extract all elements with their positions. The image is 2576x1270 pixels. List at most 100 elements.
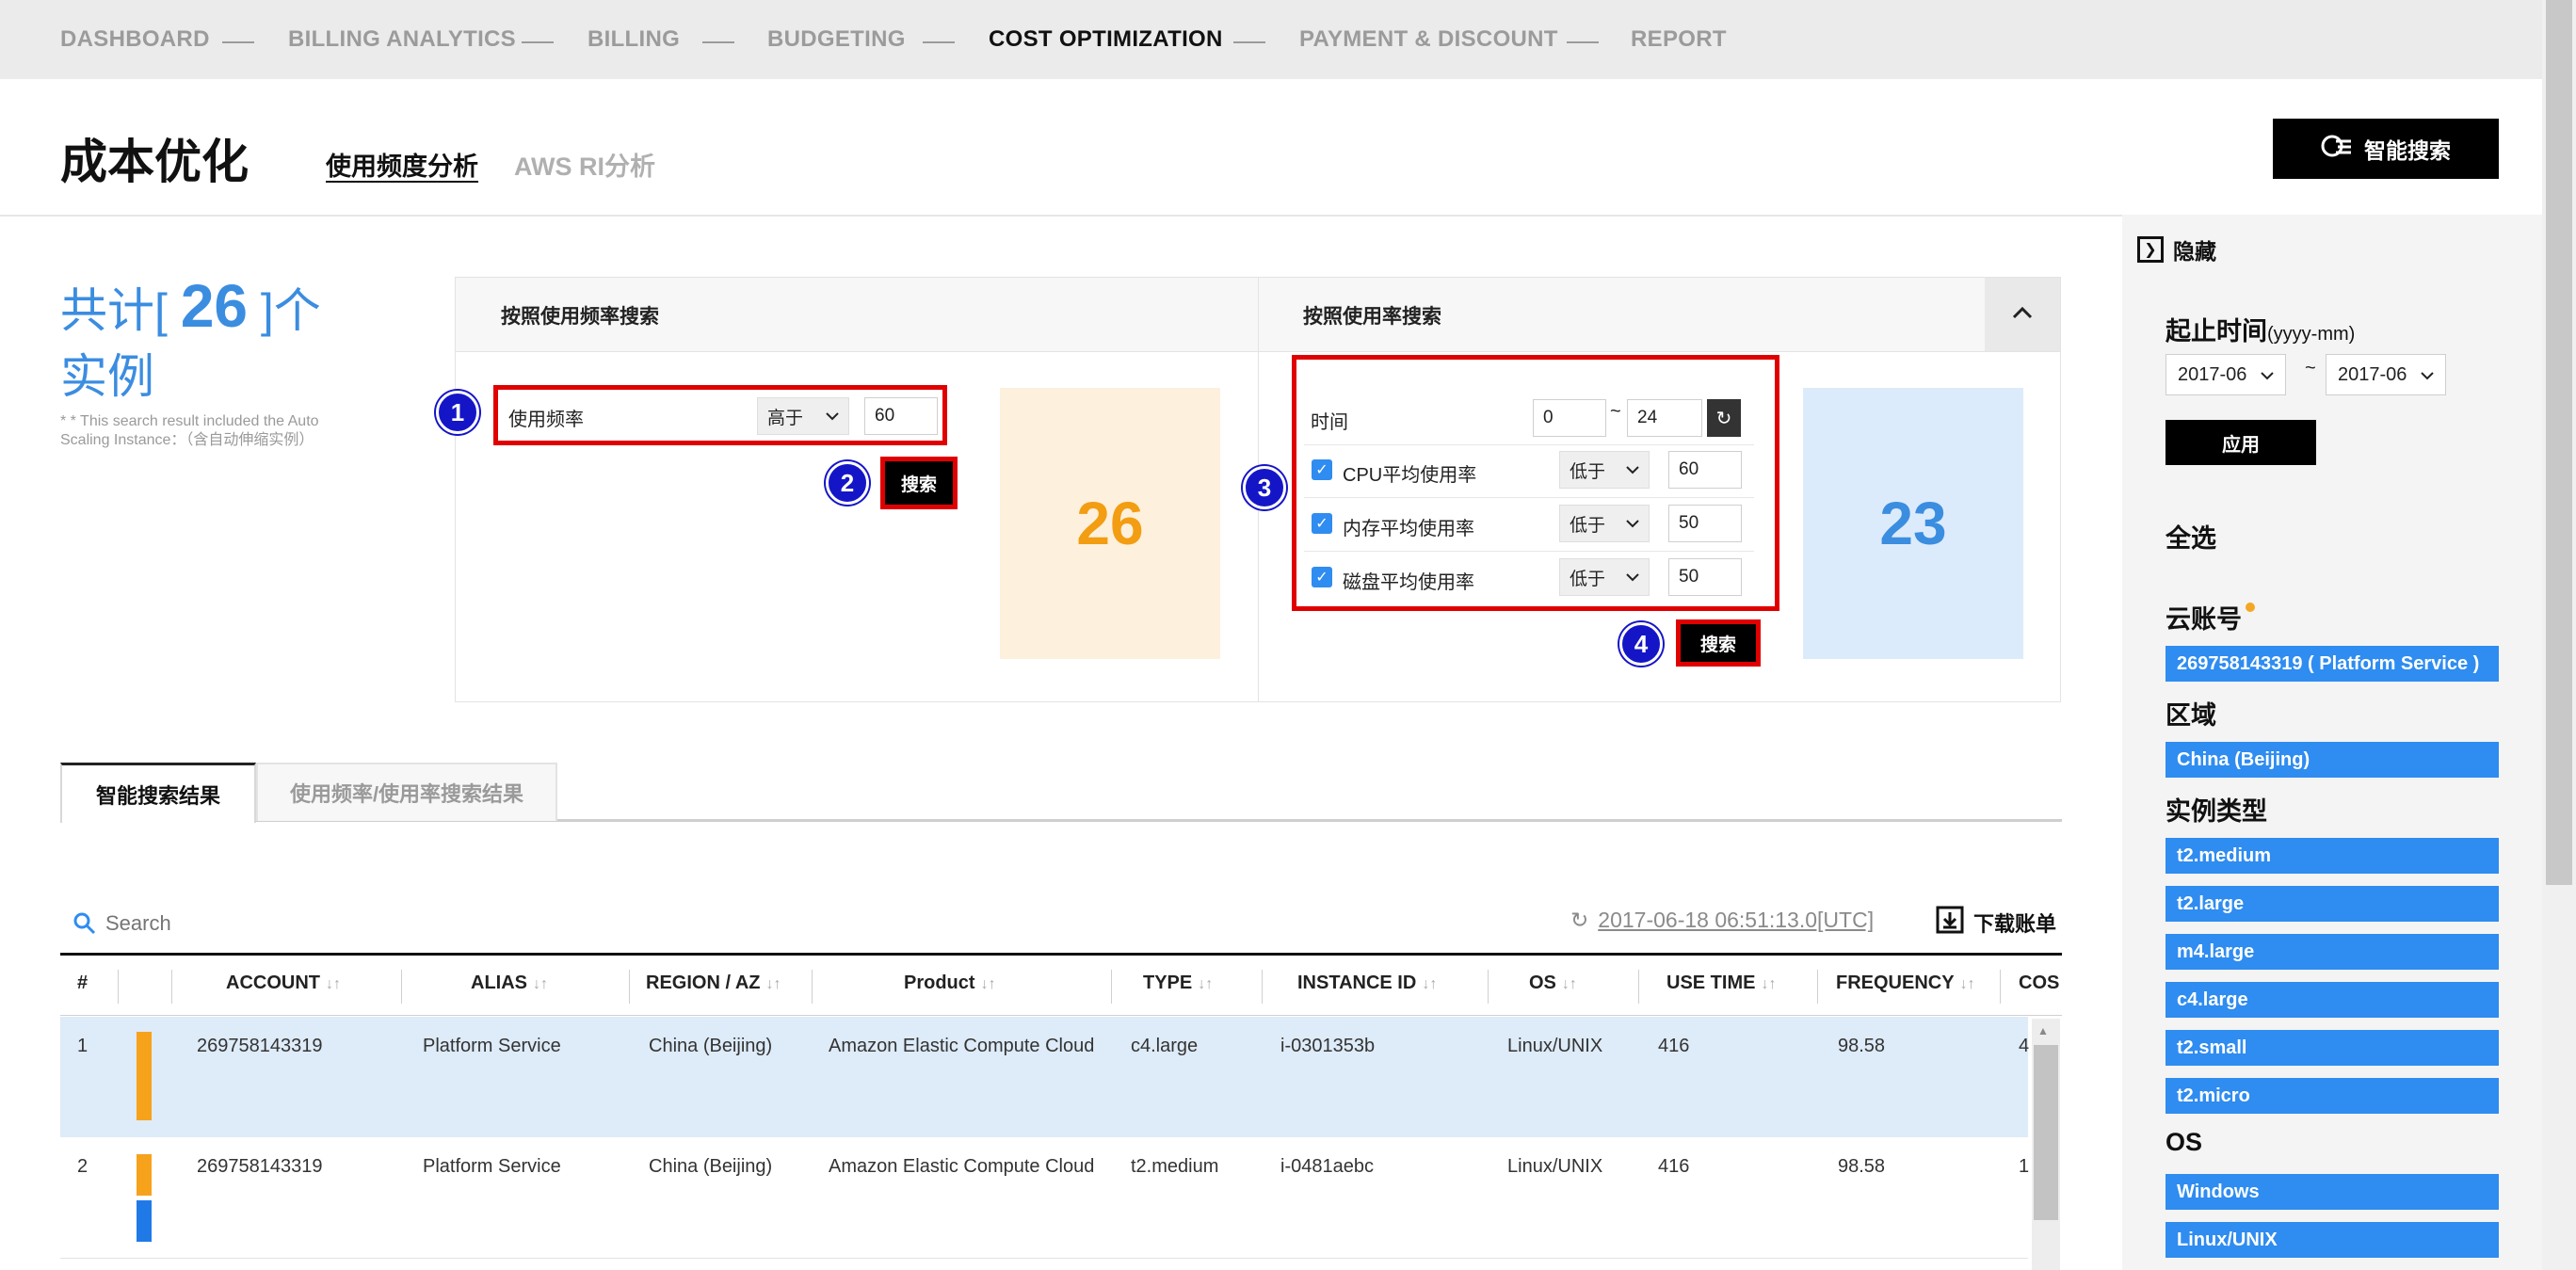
nav-report[interactable]: REPORT <box>1631 26 1727 53</box>
cpu-checkbox[interactable]: ✓ <box>1312 459 1332 480</box>
cell-frequency: 98.58 <box>1838 1156 1886 1177</box>
cell-os: Linux/UNIX <box>1507 1156 1603 1177</box>
tab-aws-ri-analysis[interactable]: AWS RI分析 <box>514 146 655 183</box>
disk-label: 磁盘平均使用率 <box>1343 572 1474 593</box>
filter-chip-instance-type[interactable]: c4.large <box>2165 982 2499 1018</box>
memory-operator-select[interactable]: 低于 <box>1559 505 1650 542</box>
freq-operator-value: 高于 <box>767 408 804 428</box>
filter-chip-instance-type[interactable]: t2.medium <box>2165 838 2499 874</box>
month-from-select[interactable]: 2017-06 <box>2165 354 2286 395</box>
top-navigation: DASHBOARD BILLING ANALYTICS BILLING BUDG… <box>0 0 2542 79</box>
time-to-input[interactable]: 24 <box>1627 399 1702 437</box>
download-label: 下载账单 <box>1973 912 2057 936</box>
sort-icon[interactable]: ↓↑ <box>981 976 996 992</box>
cell-alias: Platform Service <box>423 1036 561 1056</box>
memory-checkbox[interactable]: ✓ <box>1312 513 1332 534</box>
select-all-link[interactable]: 全选 <box>2165 518 2216 555</box>
reset-icon[interactable]: ↻ <box>1707 399 1741 437</box>
filter-chip-instance-type[interactable]: t2.small <box>2165 1030 2499 1066</box>
disk-value-input[interactable]: 50 <box>1668 558 1742 596</box>
period-format: (yyyy-mm) <box>2267 324 2356 345</box>
chevron-up-icon <box>2012 306 2033 324</box>
sort-icon[interactable]: ↓↑ <box>1761 976 1776 992</box>
col-header-account[interactable]: ACCOUNT ↓↑ <box>226 973 341 994</box>
col-header-type[interactable]: TYPE ↓↑ <box>1143 973 1213 994</box>
freq-search-title: 按照使用频率搜索 <box>501 306 659 328</box>
filter-chip-os[interactable]: Linux/UNIX <box>2165 1222 2499 1258</box>
nav-billing[interactable]: BILLING <box>588 26 680 53</box>
filter-chip-account[interactable]: 269758143319 ( Platform Service ) <box>2165 646 2499 682</box>
col-header-product[interactable]: Product ↓↑ <box>904 973 996 994</box>
col-header-cost[interactable]: COS <box>2019 973 2059 994</box>
smart-search-button[interactable]: 智能搜索 <box>2273 119 2499 179</box>
tab-usage-search-result[interactable]: 使用频率/使用率搜索结果 <box>256 763 557 821</box>
col-separator <box>812 970 813 1004</box>
col-header-use-time[interactable]: USE TIME ↓↑ <box>1666 973 1776 994</box>
cell-instance-id: i-0481aebc <box>1280 1156 1374 1177</box>
table-row[interactable]: 1 269758143319 Platform Service China (B… <box>60 1017 2029 1137</box>
col-header-account-text: ACCOUNT <box>226 973 320 993</box>
cell-type: t2.medium <box>1131 1156 1219 1177</box>
nav-dashboard[interactable]: DASHBOARD <box>60 26 210 53</box>
table-scrollbar-thumb[interactable] <box>2034 1045 2058 1220</box>
hide-sidebar-toggle[interactable]: ❯ 隐藏 <box>2137 233 2216 265</box>
month-to-select[interactable]: 2017-06 <box>2326 354 2446 395</box>
cpu-value-input[interactable]: 60 <box>1668 451 1742 489</box>
freq-search-button[interactable]: 搜索 <box>880 457 958 509</box>
cell-product: Amazon Elastic Compute Cloud <box>829 1036 1095 1056</box>
col-separator <box>171 970 172 1004</box>
disk-operator-value: 低于 <box>1570 569 1606 589</box>
filter-chip-instance-type[interactable]: t2.large <box>2165 886 2499 922</box>
col-header-num-text: # <box>77 973 89 993</box>
tab-usage-frequency-analysis[interactable]: 使用频度分析 <box>326 146 478 183</box>
filter-chip-instance-type[interactable]: t2.micro <box>2165 1078 2499 1114</box>
refresh-timestamp[interactable]: ↻ 2017-06-18 06:51:13.0[UTC] <box>1570 908 1874 933</box>
nav-payment-discount[interactable]: PAYMENT & DISCOUNT <box>1299 26 1558 53</box>
scroll-up-arrow-icon[interactable]: ▲ <box>2037 1024 2049 1037</box>
apply-button[interactable]: 应用 <box>2165 420 2316 465</box>
table-row[interactable]: 2 269758143319 Platform Service China (B… <box>60 1137 2030 1259</box>
nav-billing-analytics[interactable]: BILLING ANALYTICS <box>288 26 516 53</box>
filter-chip-instance-type[interactable]: m4.large <box>2165 934 2499 970</box>
page-scrollbar-thumb[interactable] <box>2546 0 2572 885</box>
filter-chip-region[interactable]: China (Beijing) <box>2165 742 2499 778</box>
cell-cost: 1 <box>2019 1156 2030 1177</box>
collapse-panel-button[interactable] <box>1985 278 2060 351</box>
sort-icon[interactable]: ↓↑ <box>326 976 341 992</box>
cell-product: Amazon Elastic Compute Cloud <box>829 1156 1095 1177</box>
sort-icon[interactable]: ↓↑ <box>765 976 781 992</box>
col-header-region[interactable]: REGION / AZ ↓↑ <box>646 973 781 994</box>
col-separator <box>1817 970 1818 1004</box>
sort-icon[interactable]: ↓↑ <box>1198 976 1213 992</box>
col-header-alias[interactable]: ALIAS ↓↑ <box>471 973 548 994</box>
col-header-os[interactable]: OS ↓↑ <box>1529 973 1577 994</box>
col-header-instance-id[interactable]: INSTANCE ID ↓↑ <box>1297 973 1437 994</box>
usage-search-button[interactable]: 搜索 <box>1676 619 1761 667</box>
table-header-divider <box>60 1015 2062 1016</box>
freq-value-input[interactable]: 60 <box>864 397 938 435</box>
col-header-frequency[interactable]: FREQUENCY ↓↑ <box>1836 973 1975 994</box>
freq-operator-select[interactable]: 高于 <box>757 397 849 435</box>
disk-operator-select[interactable]: 低于 <box>1559 558 1650 596</box>
cell-instance-id: i-0301353b <box>1280 1036 1376 1056</box>
cpu-operator-select[interactable]: 低于 <box>1559 451 1650 489</box>
nav-cost-optimization[interactable]: COST OPTIMIZATION <box>989 26 1223 53</box>
disk-checkbox[interactable]: ✓ <box>1312 567 1332 587</box>
sort-icon[interactable]: ↓↑ <box>1562 976 1577 992</box>
sort-icon[interactable]: ↓↑ <box>1960 976 1975 992</box>
timestamp-text: 2017-06-18 06:51:13.0[UTC] <box>1598 908 1875 932</box>
sort-icon[interactable]: ↓↑ <box>1422 976 1437 992</box>
nav-budgeting[interactable]: BUDGETING <box>767 26 906 53</box>
cell-use-time: 416 <box>1658 1036 1690 1056</box>
tab-smart-search-result[interactable]: 智能搜索结果 <box>60 763 256 823</box>
filter-chip-os[interactable]: Windows <box>2165 1174 2499 1210</box>
memory-operator-value: 低于 <box>1570 515 1606 536</box>
table-search-input[interactable] <box>104 906 672 941</box>
total-instance-count: 共计[ 26 ]个 实例 <box>60 273 362 410</box>
download-bill-button[interactable]: 下载账单 <box>1936 906 2056 940</box>
time-from-input[interactable]: 0 <box>1533 399 1606 437</box>
sort-icon[interactable]: ↓↑ <box>533 976 548 992</box>
memory-value-input[interactable]: 50 <box>1668 505 1742 542</box>
chevron-down-icon <box>1626 459 1639 480</box>
col-header-type-text: TYPE <box>1143 973 1193 993</box>
